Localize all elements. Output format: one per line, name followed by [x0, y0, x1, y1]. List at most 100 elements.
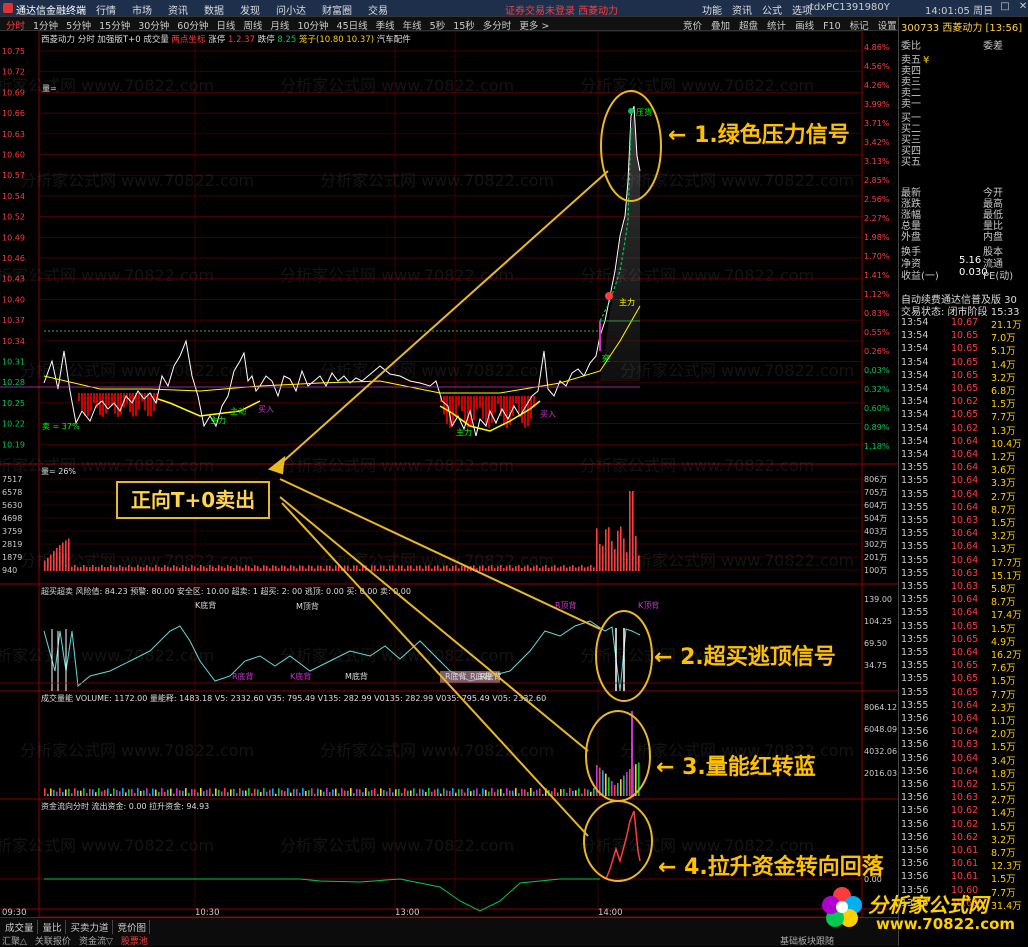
ask-level[interactable]: 卖一	[901, 95, 1025, 110]
legend-item-8: 8.25	[277, 35, 299, 45]
watermark-text: 分析家公式网 www.70822.com	[0, 456, 214, 475]
trade-price: 10.64	[951, 528, 979, 540]
bottom-tab-1[interactable]: 量比	[40, 920, 66, 934]
trade-price: 10.62	[951, 818, 979, 830]
trade-time: 13:54	[901, 396, 929, 408]
menu-item-3[interactable]: 数据	[204, 6, 224, 17]
pct-tick: 0.32%	[864, 385, 890, 394]
menu-item-2[interactable]: 资讯	[168, 6, 188, 17]
right-menu-1[interactable]: 资讯	[732, 6, 752, 17]
price-tick: 10.25	[2, 399, 25, 408]
trade-row: 13:56 10.61 1.5万	[899, 871, 1027, 885]
pct-tick: 3.42%	[864, 138, 890, 147]
weicha-label: 委差	[983, 41, 1003, 52]
trade-price: 10.64	[951, 462, 979, 474]
ask-level[interactable]: 卖二	[901, 84, 1025, 99]
watermark-text: 分析家公式网 www.70822.com	[280, 266, 514, 285]
trade-volume: 1.2万	[991, 452, 1016, 463]
menu-item-6[interactable]: 财富圈	[322, 6, 352, 17]
trade-volume: 1.3万	[991, 425, 1016, 437]
trade-price: 10.65	[951, 673, 979, 685]
login-warning[interactable]: 证券交易未登录 西菱动力	[505, 2, 618, 17]
trade-row: 13:55 10.64 2.7万	[899, 488, 1027, 503]
right-menu-3[interactable]: 选项	[792, 6, 812, 17]
trade-volume: 21.1万	[991, 320, 1022, 331]
bid-level[interactable]: 买二	[901, 120, 1025, 135]
menu-item-4[interactable]: 发现	[240, 6, 260, 17]
osc-tick: 69.50	[864, 639, 887, 648]
right-menu-0[interactable]: 功能	[702, 6, 722, 17]
trade-price: 10.63	[951, 792, 979, 804]
menu-item-7[interactable]: 交易	[368, 6, 388, 17]
trade-volume: 6.8万	[991, 386, 1016, 397]
bottom-tab-2[interactable]: 买卖力道	[68, 920, 113, 934]
minimize-icon[interactable]: _	[986, 1, 991, 12]
trade-time: 13:55	[901, 488, 929, 500]
watermark-text: 分析家公式网 www.70822.com	[620, 361, 854, 380]
bottom-tabs: 成交量 量比 买卖力道 竞价图	[2, 920, 152, 934]
trade-time: 13:56	[901, 845, 929, 856]
bottom-tab-0[interactable]: 成交量	[2, 920, 38, 934]
trade-row: 13:55 10.65 1.5万	[899, 621, 1027, 635]
trade-price: 10.65	[951, 356, 979, 368]
trade-price: 10.62	[951, 396, 979, 408]
trade-row: 13:56 10.62 3.2万	[899, 831, 1027, 846]
ask-level[interactable]: 卖三	[901, 73, 1025, 88]
legend-item-9: 笼子(10.80 10.37)	[299, 34, 377, 45]
bid-level[interactable]: 买四	[901, 142, 1025, 157]
trade-price: 10.64	[951, 488, 979, 500]
trade-time: 13:56	[901, 792, 929, 804]
trade-price: 10.65	[951, 369, 979, 381]
trade-volume: 17.4万	[991, 610, 1022, 622]
ticker-2: 交易状态: 闭市阶段 15:33	[901, 307, 1020, 318]
bid-level[interactable]: 买三	[901, 131, 1025, 146]
volume-right-tick: 201万	[864, 553, 887, 562]
ask-level[interactable]: 卖五 ¥	[901, 51, 1025, 66]
bid-level[interactable]: 买五	[901, 153, 1025, 168]
maximize-icon[interactable]: □	[1000, 1, 1009, 12]
trade-price: 10.62	[951, 831, 979, 843]
close-icon[interactable]: ✕	[1019, 1, 1027, 12]
period-toolbar: 分时 1分钟 5分钟 15分钟 30分钟 60分钟 日线 周线 月线 10分钟 45日线 季线 年线 5秒…	[0, 17, 1028, 32]
stock-header: 300733 西菱动力 [13:56]	[901, 23, 1023, 34]
tu-label: 突	[602, 353, 610, 363]
trade-volume: 3.4万	[991, 755, 1016, 767]
price-tick: 10.34	[2, 337, 25, 346]
trade-price: 10.65	[951, 383, 979, 394]
pct-tick: 0.03%	[864, 366, 890, 375]
ask-level[interactable]: 卖四	[901, 62, 1025, 77]
bottom-tab-3[interactable]: 竞价图	[115, 920, 151, 934]
trade-row: 13:56 10.64 3.4万	[899, 753, 1027, 767]
trade-price: 10.65	[951, 686, 979, 698]
time-tick: 09:30	[2, 908, 27, 917]
price-tick: 10.19	[2, 440, 25, 449]
menu-item-0[interactable]: 行情	[96, 6, 116, 17]
trade-volume: 7.0万	[991, 333, 1016, 345]
site-logo: 分析家公式网 www.70822.com	[818, 883, 1028, 939]
menu-item-1[interactable]: 市场	[132, 6, 152, 17]
bid-level[interactable]: 买一	[901, 109, 1025, 124]
pressure-label: 压货	[636, 107, 652, 117]
trade-volume: 3.6万	[991, 465, 1016, 477]
trade-time: 13:55	[901, 647, 929, 658]
right-menu-2[interactable]: 公式	[762, 6, 782, 17]
trade-price: 10.64	[951, 554, 979, 566]
volume-tick: 940	[2, 566, 17, 575]
trade-price: 10.64	[951, 699, 979, 711]
watermark-text: 分析家公式网 www.70822.com	[580, 456, 814, 475]
chart-svg[interactable]: 10.7510.7210.6910.6610.6310.6010.5710.54…	[0, 30, 898, 918]
chart-area[interactable]: 10.75 10.72 10.69 10.66 10.63 10.60 10.57 10.54…	[0, 30, 898, 918]
stat-row: 涨幅 最低	[901, 206, 1025, 221]
trade-time: 13:54	[901, 330, 929, 342]
trade-row: 13:55 10.64 16.2万	[899, 647, 1027, 661]
bottom-bar: 成交量 量比 买卖力道 竞价图 汇聚△ 关联报价 资金流▽ 股票池 基础板块跟随	[0, 917, 898, 947]
volume-right-tick: 302万	[864, 540, 887, 549]
trade-price: 10.63	[951, 567, 979, 579]
trade-time: 13:54	[901, 343, 929, 355]
trade-row: 13:54 10.65 6.8万	[899, 383, 1027, 397]
trade-price: 10.65	[951, 633, 979, 645]
pct-tick: 1.41%	[864, 271, 890, 280]
window-controls[interactable]: _ □ ✕	[986, 1, 1027, 12]
menu-item-5[interactable]: 问小达	[276, 6, 306, 17]
trade-time: 13:55	[901, 660, 929, 672]
